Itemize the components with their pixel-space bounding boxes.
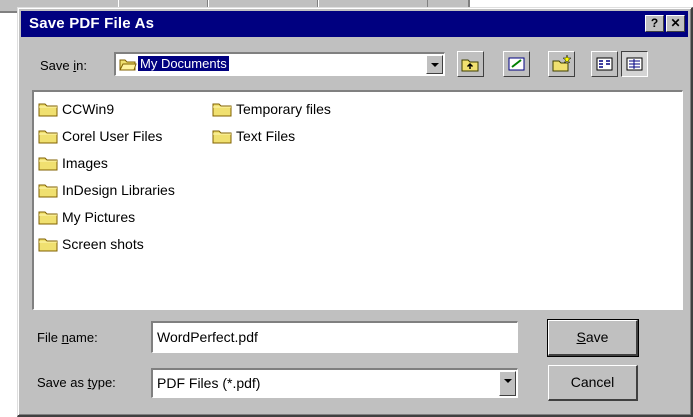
file-name: Corel User Files xyxy=(62,128,163,144)
desktop-icon xyxy=(508,57,525,71)
folder-icon xyxy=(38,184,58,198)
chevron-down-icon[interactable] xyxy=(499,371,516,396)
details-view-icon xyxy=(626,57,643,71)
list-view-button[interactable] xyxy=(591,51,618,77)
help-button[interactable]: ? xyxy=(645,15,664,32)
close-button[interactable]: ✕ xyxy=(666,15,685,32)
title-bar[interactable]: Save PDF File As ? ✕ xyxy=(21,11,688,37)
folder-icon xyxy=(38,130,58,144)
create-new-folder-button[interactable] xyxy=(548,51,575,77)
file-name-value: WordPerfect.pdf xyxy=(157,329,258,345)
chevron-down-icon[interactable] xyxy=(426,55,443,74)
save-in-label: Save in: xyxy=(40,58,87,73)
close-icon: ✕ xyxy=(670,16,681,30)
file-name: InDesign Libraries xyxy=(62,182,175,198)
file-name: Screen shots xyxy=(62,236,144,252)
folder-icon xyxy=(38,103,58,117)
save-as-type-dropdown[interactable]: PDF Files (*.pdf) xyxy=(151,368,518,398)
folder-icon xyxy=(212,130,232,144)
file-name: My Pictures xyxy=(62,209,136,225)
folder-icon xyxy=(38,211,58,225)
file-name: Images xyxy=(62,155,108,171)
save-in-dropdown[interactable]: My Documents xyxy=(114,52,445,76)
save-as-type-value: PDF Files (*.pdf) xyxy=(157,375,261,391)
list-item[interactable]: Screen shots xyxy=(38,233,144,255)
folder-icon xyxy=(38,238,58,252)
folder-icon xyxy=(38,157,58,171)
file-name: Temporary files xyxy=(236,101,331,117)
list-item[interactable]: Text Files xyxy=(212,125,295,147)
desktop-button[interactable] xyxy=(503,51,530,77)
new-folder-icon xyxy=(552,54,572,72)
folder-up-icon xyxy=(461,59,479,72)
help-icon: ? xyxy=(650,16,659,30)
folder-icon xyxy=(212,103,232,117)
list-item[interactable]: CCWin9 xyxy=(38,98,114,120)
list-view-icon xyxy=(596,57,613,71)
up-one-level-button[interactable] xyxy=(457,51,484,77)
save-pdf-dialog: Save PDF File As ? ✕ Save in: My Documen… xyxy=(17,7,693,417)
dialog-title: Save PDF File As xyxy=(29,15,155,32)
list-item[interactable]: Corel User Files xyxy=(38,125,162,147)
list-item[interactable]: InDesign Libraries xyxy=(38,179,175,201)
save-button[interactable]: Save xyxy=(547,319,639,357)
cancel-button[interactable]: Cancel xyxy=(548,365,638,401)
file-name-label: File name: xyxy=(37,330,98,345)
folder-open-icon xyxy=(119,59,137,71)
save-as-type-label: Save as type: xyxy=(37,375,116,390)
save-in-value: My Documents xyxy=(138,56,229,71)
list-item[interactable]: Temporary files xyxy=(212,98,331,120)
list-item[interactable]: Images xyxy=(38,152,108,174)
details-view-button[interactable] xyxy=(621,51,648,77)
file-name: CCWin9 xyxy=(62,101,115,117)
list-item[interactable]: My Pictures xyxy=(38,206,135,228)
file-name-field[interactable]: WordPerfect.pdf xyxy=(151,321,518,353)
file-name: Text Files xyxy=(236,128,296,144)
file-list[interactable]: CCWin9 Corel User Files Images InDesign … xyxy=(32,90,683,310)
